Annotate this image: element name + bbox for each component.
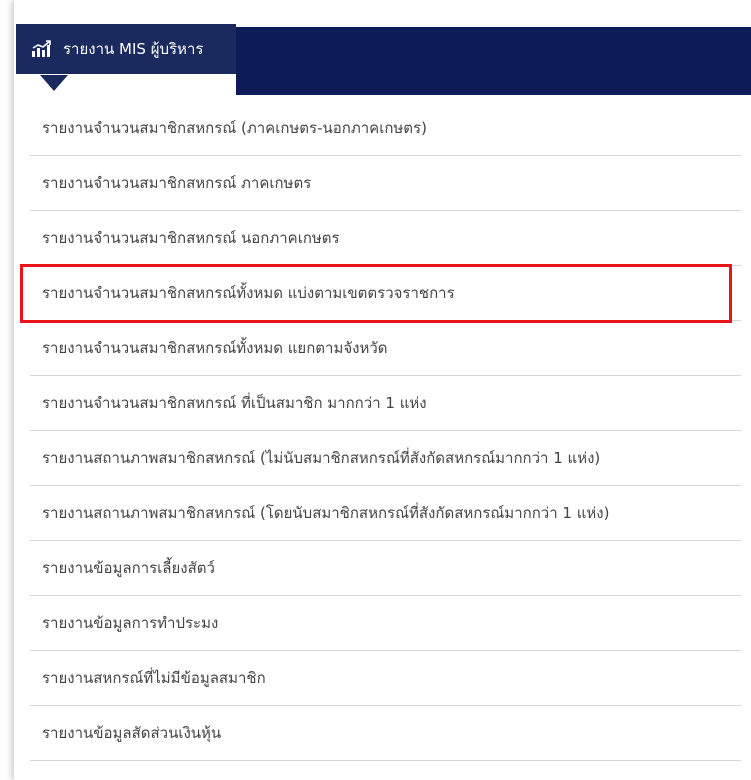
menu-header: รายงาน MIS ผู้บริหาร [16, 24, 751, 95]
report-menu-list: รายงานจำนวนสมาชิกสหกรณ์ (ภาคเกษตร-นอกภาค… [30, 101, 741, 761]
menu-item-label: รายงานจำนวนสมาชิกสหกรณ์ ภาคเกษตร [42, 174, 312, 192]
menu-item-livestock[interactable]: รายงานข้อมูลการเลี้ยงสัตว์ [30, 541, 741, 596]
header-caret [40, 75, 68, 91]
menu-item-label: รายงานจำนวนสมาชิกสหกรณ์ นอกภาคเกษตร [42, 229, 340, 247]
header-tab[interactable]: รายงาน MIS ผู้บริหาร [16, 24, 236, 74]
menu-item-label: รายงานสหกรณ์ที่ไม่มีข้อมูลสมาชิก [42, 669, 266, 687]
menu-item-coops-without-members[interactable]: รายงานสหกรณ์ที่ไม่มีข้อมูลสมาชิก [30, 651, 741, 706]
menu-item-members-multiple-coops[interactable]: รายงานจำนวนสมาชิกสหกรณ์ ที่เป็นสมาชิก มา… [30, 376, 741, 431]
bar-chart-icon [31, 39, 53, 59]
menu-item-members-agri[interactable]: รายงานจำนวนสมาชิกสหกรณ์ ภาคเกษตร [30, 156, 741, 211]
menu-item-members-by-inspection-zone[interactable]: รายงานจำนวนสมาชิกสหกรณ์ทั้งหมด แบ่งตามเข… [30, 266, 741, 321]
header-redaction-block [236, 27, 751, 95]
menu-item-share-capital[interactable]: รายงานข้อมูลสัดส่วนเงินหุ้น [30, 706, 741, 761]
menu-item-members-agri-nonagri[interactable]: รายงานจำนวนสมาชิกสหกรณ์ (ภาคเกษตร-นอกภาค… [30, 101, 741, 156]
menu-item-label: รายงานจำนวนสมาชิกสหกรณ์ ที่เป็นสมาชิก มา… [42, 394, 427, 412]
menu-item-label: รายงานสถานภาพสมาชิกสหกรณ์ (โดยนับสมาชิกส… [42, 504, 610, 522]
menu-item-members-nonagri[interactable]: รายงานจำนวนสมาชิกสหกรณ์ นอกภาคเกษตร [30, 211, 741, 266]
bar-chart-icon-svg [32, 40, 51, 57]
menu-item-members-by-province[interactable]: รายงานจำนวนสมาชิกสหกรณ์ทั้งหมด แยกตามจัง… [30, 321, 741, 376]
menu-item-status-including-multi[interactable]: รายงานสถานภาพสมาชิกสหกรณ์ (โดยนับสมาชิกส… [30, 486, 741, 541]
menu-item-fishery[interactable]: รายงานข้อมูลการทำประมง [30, 596, 741, 651]
menu-item-label: รายงานสถานภาพสมาชิกสหกรณ์ (ไม่นับสมาชิกส… [42, 449, 601, 467]
menu-item-label: รายงานข้อมูลการทำประมง [42, 614, 219, 632]
menu-item-label: รายงานจำนวนสมาชิกสหกรณ์ทั้งหมด แบ่งตามเข… [42, 284, 455, 302]
menu-item-label: รายงานจำนวนสมาชิกสหกรณ์ (ภาคเกษตร-นอกภาค… [42, 119, 427, 137]
menu-item-label: รายงานจำนวนสมาชิกสหกรณ์ทั้งหมด แยกตามจัง… [42, 339, 388, 357]
menu-item-label: รายงานข้อมูลการเลี้ยงสัตว์ [42, 559, 215, 577]
header-title: รายงาน MIS ผู้บริหาร [63, 40, 204, 58]
menu-item-status-excluding-multi[interactable]: รายงานสถานภาพสมาชิกสหกรณ์ (ไม่นับสมาชิกส… [30, 431, 741, 486]
menu-item-label: รายงานข้อมูลสัดส่วนเงินหุ้น [42, 724, 222, 742]
